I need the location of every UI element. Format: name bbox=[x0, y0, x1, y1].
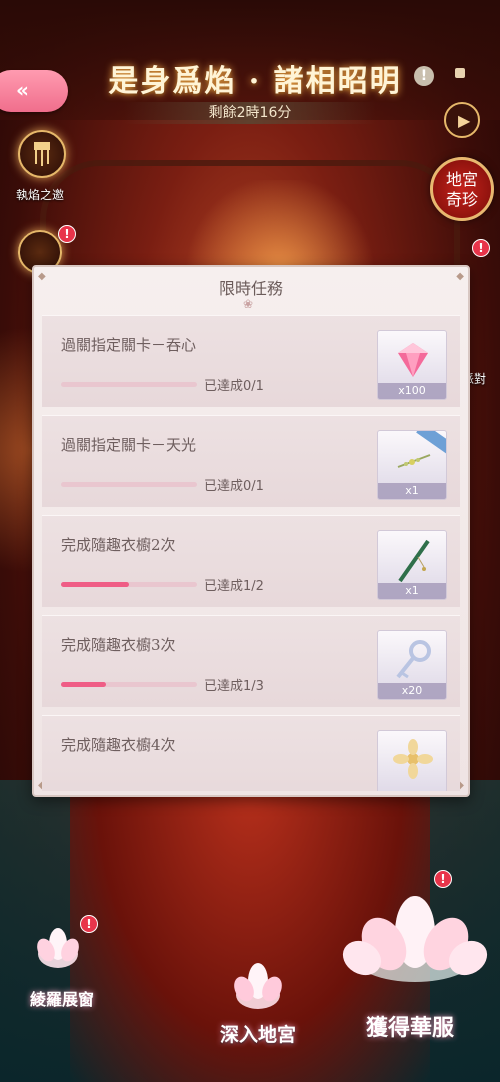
task-row: 完成隨趣衣櫥4次 bbox=[42, 715, 460, 791]
hairpin-icon bbox=[397, 454, 431, 468]
reward-item[interactable]: x1 bbox=[377, 430, 447, 500]
reward-count: x1 bbox=[378, 483, 446, 499]
back-button[interactable]: « bbox=[0, 70, 68, 112]
reward-item[interactable]: x100 bbox=[377, 330, 447, 400]
reward-count: x100 bbox=[378, 383, 446, 399]
progress-text: 已達成1/2 bbox=[204, 579, 264, 594]
reward-count: x1 bbox=[378, 583, 446, 599]
double-chevron-left-icon: « bbox=[16, 78, 29, 102]
progress-text: 已達成1/3 bbox=[204, 679, 264, 694]
reward-item[interactable]: x20 bbox=[377, 630, 447, 700]
jade-flute-icon bbox=[398, 539, 430, 583]
tassel-icon bbox=[34, 142, 50, 166]
reward-item[interactable]: x1 bbox=[377, 530, 447, 600]
task-row: 過關指定關卡－吞心 已達成0/1 x100 bbox=[42, 315, 460, 407]
progress-fill bbox=[61, 682, 107, 687]
palace-treasure-label: 地宮 奇珍 bbox=[445, 170, 478, 209]
dice-icon bbox=[455, 68, 465, 78]
progress-fill bbox=[61, 582, 129, 587]
info-icon[interactable]: ! bbox=[414, 66, 434, 86]
lotus-icon[interactable] bbox=[226, 955, 290, 1019]
progress-text: 已達成0/1 bbox=[204, 479, 264, 494]
carved-frame bbox=[40, 160, 460, 270]
lotus-icon[interactable] bbox=[340, 880, 490, 990]
limited-tasks-panel: 限時任務 ❀ ◆ ◆ ◆ ◆ 過關指定關卡－吞心 已達成0/1 x100 過關指… bbox=[32, 265, 470, 797]
task-row: 完成隨趣衣櫥2次 已達成1/2 x1 bbox=[42, 515, 460, 607]
gold-flower-icon bbox=[393, 739, 433, 779]
corner-ornament-icon: ◆ bbox=[38, 271, 46, 282]
task-name: 過關指定關卡－天光 bbox=[61, 436, 197, 454]
alert-badge-right: ! bbox=[472, 239, 490, 257]
task-list[interactable]: 過關指定關卡－吞心 已達成0/1 x100 過關指定關卡－天光 已達成0/1 x… bbox=[42, 315, 460, 791]
reward-item[interactable] bbox=[377, 730, 447, 791]
obtain-outfit-button[interactable]: 獲得華服 bbox=[366, 1010, 454, 1042]
task-name: 完成隨趣衣櫥2次 bbox=[61, 536, 176, 554]
task-name: 完成隨趣衣櫥3次 bbox=[61, 636, 176, 654]
flower-ornament-icon: ❀ bbox=[243, 297, 254, 311]
remaining-time: 剩餘2時16分 bbox=[124, 102, 376, 124]
pink-diamond-icon bbox=[398, 343, 428, 377]
progress-bar bbox=[61, 382, 197, 387]
lotus-icon[interactable] bbox=[30, 920, 86, 976]
progress-bar bbox=[61, 682, 197, 687]
event-title: 是身爲焰 · 諸相昭明 bbox=[108, 64, 402, 99]
task-row: 完成隨趣衣櫥3次 已達成1/3 x20 bbox=[42, 615, 460, 707]
palace-treasure-button[interactable]: 地宮 奇珍 bbox=[430, 157, 494, 221]
torch-invite-label: 執焰之邀 bbox=[16, 188, 65, 202]
play-button[interactable]: ▶ bbox=[444, 102, 480, 138]
silver-key-icon bbox=[396, 640, 431, 679]
torch-invite-button[interactable] bbox=[18, 130, 66, 178]
task-name: 過關指定關卡－吞心 bbox=[61, 336, 197, 354]
panel-title: 限時任務 bbox=[218, 279, 283, 298]
alert-badge-bottom-right: ! bbox=[434, 870, 452, 888]
alert-badge-bottom-left: ! bbox=[80, 915, 98, 933]
corner-ornament-icon: ◆ bbox=[456, 271, 464, 282]
silk-showcase-button[interactable]: 綾羅展窗 bbox=[30, 986, 94, 1010]
progress-bar bbox=[61, 582, 197, 587]
play-icon: ▶ bbox=[458, 111, 471, 130]
task-name: 完成隨趣衣櫥4次 bbox=[61, 736, 176, 754]
progress-bar bbox=[61, 482, 197, 487]
enter-palace-button[interactable]: 深入地宮 bbox=[220, 1020, 296, 1047]
reward-count: x20 bbox=[378, 683, 446, 699]
alert-badge: ! bbox=[58, 225, 76, 243]
task-row: 過關指定關卡－天光 已達成0/1 x1 bbox=[42, 415, 460, 507]
progress-text: 已達成0/1 bbox=[204, 379, 264, 394]
